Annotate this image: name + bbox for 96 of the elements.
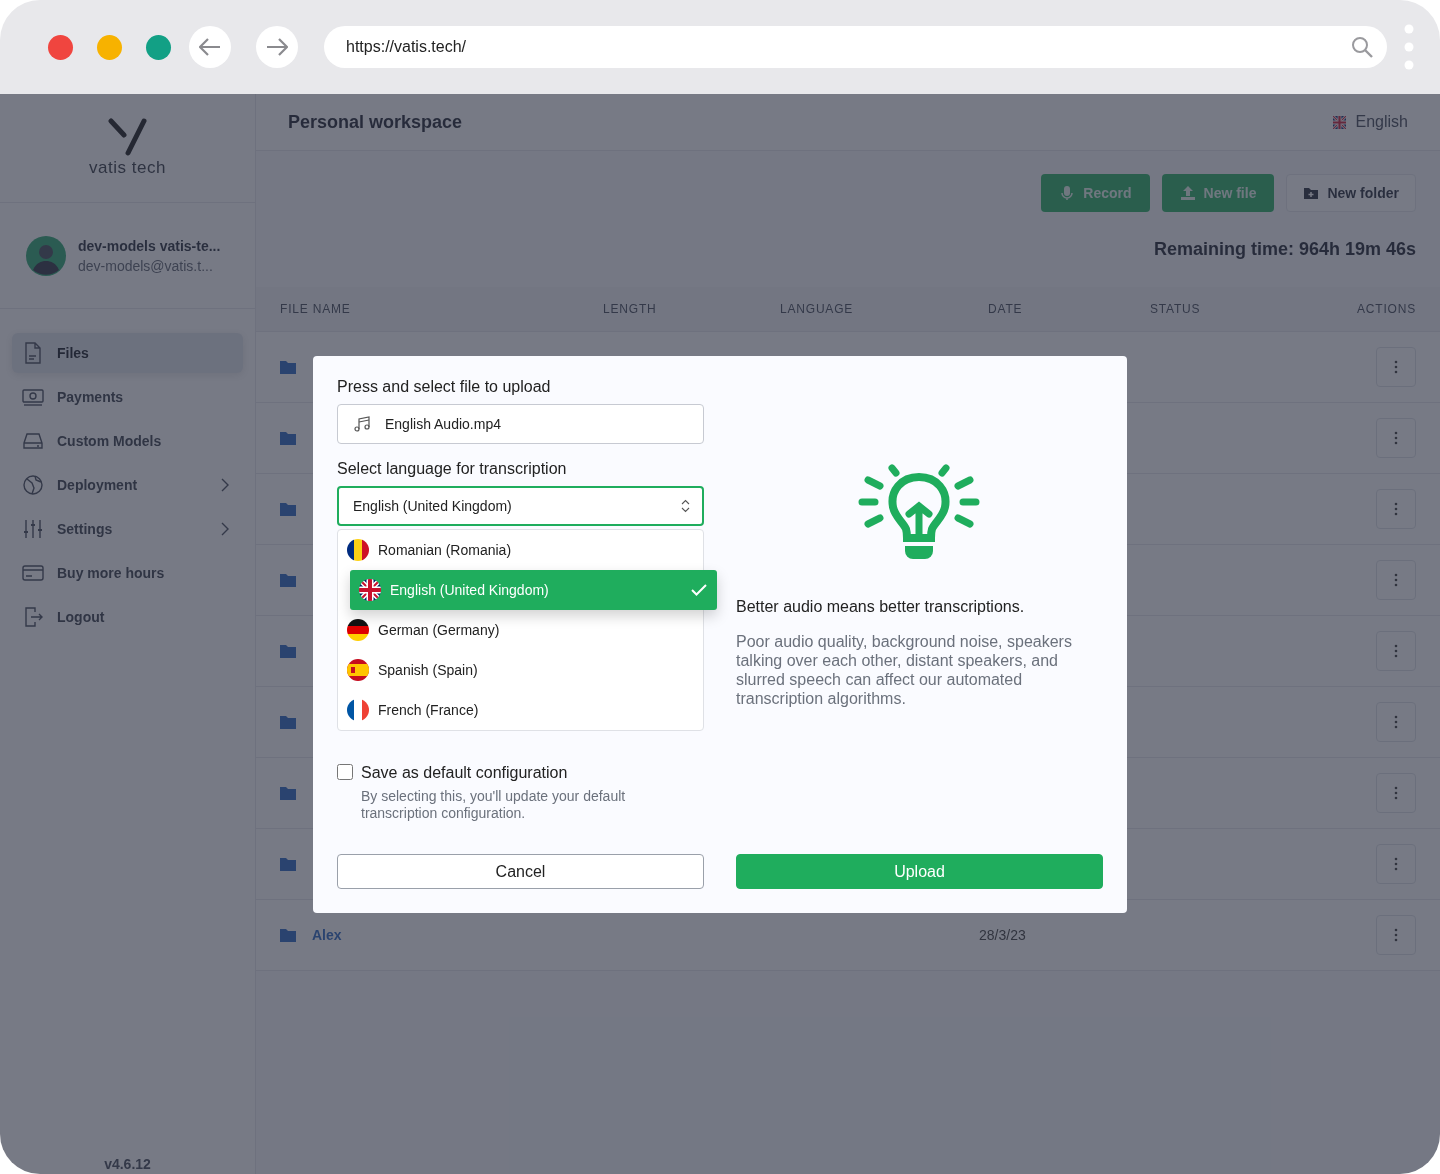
file-label: Press and select file to upload [337,378,552,396]
toolbar-button[interactable]: New folder [1286,174,1416,212]
sidebar-item[interactable]: Payments [12,377,243,417]
vertical-dots-icon [1394,644,1398,658]
forward-button[interactable] [256,26,298,68]
default-checkbox[interactable] [337,764,353,780]
file-picker-field[interactable]: English Audio.mp4 [337,404,704,444]
date-text: 28/3/23 [979,927,1026,943]
flag-icon [358,578,382,602]
sidebar-item[interactable]: Buy more hours [12,553,243,593]
uk-flag-icon [1330,115,1348,129]
checkbox-label: Save as default configuration [361,764,568,782]
page-title: Personal workspace [288,111,463,133]
back-arrow-icon [199,38,221,56]
more-actions-button[interactable] [1376,560,1416,600]
language-option[interactable]: English (United Kingdom) [350,570,717,610]
more-actions-button[interactable] [1376,844,1416,884]
more-actions-button[interactable] [1376,702,1416,742]
tip-paragraph: Poor audio quality, background noise, speakers talking over each other, distant speakers, and slurred speech can affect our automated transcription algorithms. [736,632,1073,708]
folder-icon [280,573,296,587]
folder-icon [280,431,296,445]
url-text: https://vatis.tech/ [346,38,468,56]
folder-icon [280,715,296,729]
folder-icon [280,502,296,516]
more-actions-button[interactable] [1376,347,1416,387]
globe-icon [21,473,45,497]
sidebar-item[interactable]: Deployment [12,465,243,505]
language-option[interactable]: French (France) [338,690,703,730]
user-name: dev-models vatis-te... [78,237,221,254]
more-actions-button[interactable] [1376,773,1416,813]
logo-text: vatis tech [89,158,166,178]
tip-title: Better audio means better transcriptions. [736,598,1026,616]
folder-icon [280,360,296,374]
sidebar-item[interactable]: Settings [12,509,243,549]
avatar-icon [26,235,66,276]
column-header: LENGTH [603,302,658,316]
language-label: Select language for transcription [337,460,568,478]
flag-icon [346,698,370,722]
sidebar-item[interactable]: Custom Models [12,421,243,461]
logo-mark-icon [107,118,148,156]
language-option[interactable]: German (Germany) [338,610,703,650]
folder-icon [280,644,296,658]
sidebar-item[interactable]: Files [12,333,243,373]
file-name-text: English Audio.mp4 [385,416,501,432]
flag-icon [346,618,370,642]
more-actions-button[interactable] [1376,418,1416,458]
more-actions-button[interactable] [1376,915,1416,955]
language-option[interactable]: Spanish (Spain) [338,650,703,690]
language-option[interactable]: Romanian (Romania) [338,530,703,570]
lightbulb-icon [857,464,980,562]
folder-plus-icon [1303,185,1320,201]
folder-icon [280,928,296,942]
vertical-dots-icon [1394,928,1398,942]
upload-icon [1179,185,1196,201]
sliders-icon [21,517,45,541]
maximize-window-dot[interactable] [146,34,171,60]
checkbox-hint: By selecting this, you'll update your default transcription configuration. [361,788,627,822]
more-actions-button[interactable] [1376,489,1416,529]
language-menu[interactable]: English [1330,113,1408,131]
vertical-dots-icon [1394,715,1398,729]
column-header: LANGUAGE [780,302,855,316]
toolbar-button[interactable]: New file [1161,174,1275,212]
primary-button[interactable]: Upload [736,854,1103,889]
user-email: dev-models@vatis.t... [78,257,214,274]
vertical-dots-icon [1394,857,1398,871]
minimize-window-dot[interactable] [97,34,122,60]
column-header: STATUS [1150,302,1202,316]
vertical-dots-icon [1394,502,1398,516]
column-header: FILE NAME [280,302,352,316]
vertical-dots-icon [1394,573,1398,587]
version-label: v4.6.12 [103,1156,152,1174]
microphone-icon [1059,185,1076,201]
column-header: ACTIONS [1356,302,1416,316]
up-down-chevron-icon [681,499,690,513]
column-header: DATE [988,302,1024,316]
vertical-dots-icon [1394,360,1398,374]
music-note-icon [353,416,371,432]
more-actions-button[interactable] [1376,631,1416,671]
secondary-button[interactable]: Cancel [337,854,704,889]
search-icon [1351,36,1373,58]
forward-arrow-icon [266,38,288,56]
toolbar-button[interactable]: Record [1041,174,1150,212]
sidebar-item[interactable]: Logout [12,597,243,637]
remaining-time-text: Remaining time: 964h 19m 46s [1152,238,1417,260]
folder-name-link[interactable]: Alex [312,927,342,943]
vertical-dots-icon [1394,431,1398,445]
flag-icon [346,658,370,682]
folder-icon [280,786,296,800]
folder-icon [280,857,296,871]
checkmark-icon [691,584,707,596]
address-bar[interactable]: https://vatis.tech/ [324,26,1387,68]
language-select[interactable]: English (United Kingdom) [337,486,704,526]
close-window-dot[interactable] [48,34,73,60]
back-button[interactable] [189,26,231,68]
vertical-dots-icon [1394,786,1398,800]
flag-icon [346,538,370,562]
